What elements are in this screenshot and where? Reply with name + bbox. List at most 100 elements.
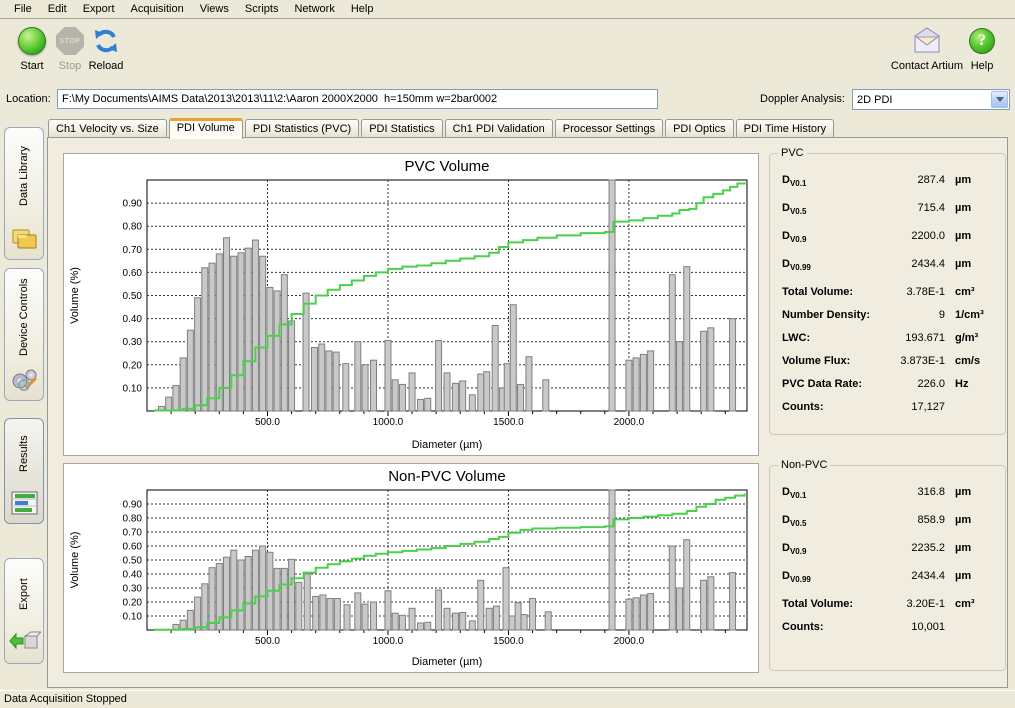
reload-icon [91,26,121,56]
tab-pdi-statistics-pvc-[interactable]: PDI Statistics (PVC) [245,119,359,139]
svg-text:1000.0: 1000.0 [373,417,404,428]
menu-item-scripts[interactable]: Scripts [237,1,287,17]
stats-row-unit: cm³ [945,286,997,298]
stats-row-label: Counts: [782,621,873,633]
stats-row-unit: cm³ [945,598,997,610]
svg-text:Diameter (µm): Diameter (µm) [412,656,483,668]
contact-artium-label: Contact Artium [888,60,966,72]
tab-bar: Ch1 Velocity vs. SizePDI VolumePDI Stati… [48,118,836,138]
stats-row: Total Volume:3.78E-1cm³ [782,286,997,309]
svg-text:Diameter (µm): Diameter (µm) [412,439,483,451]
stats-row: DV0.1316.8µm [782,486,997,514]
stats-row-unit: cm/s [945,355,997,367]
stats-row-unit: µm [945,486,997,498]
menu-item-views[interactable]: Views [192,1,237,17]
sidebar-item-data-library[interactable]: Data Library [4,127,44,260]
stats-row: DV0.5858.9µm [782,514,997,542]
svg-text:Volume (%): Volume (%) [69,532,81,589]
tab-ch1-velocity-vs-size[interactable]: Ch1 Velocity vs. Size [48,119,167,139]
stats-row: DV0.992434.4µm [782,570,997,598]
stats-row-value: 17,127 [873,401,945,413]
non-pvc-stats-title: Non-PVC [778,459,830,471]
stats-row-value: 9 [873,309,945,321]
menu-item-file[interactable]: File [6,1,40,17]
svg-text:500.0: 500.0 [255,636,280,647]
stats-row: PVC Data Rate:226.0Hz [782,378,997,401]
menu-item-help[interactable]: Help [343,1,382,17]
tab-ch1-pdi-validation[interactable]: Ch1 PDI Validation [445,119,553,139]
reload-button[interactable]: Reload [80,24,132,72]
svg-text:0.50: 0.50 [123,291,143,302]
export-icon [9,628,41,658]
stats-row-label: DV0.1 [782,486,873,500]
svg-text:0.40: 0.40 [123,570,143,581]
sidebar-item-label: Data Library [5,134,43,219]
sidebar-tab-strip: Data Library Device Controls Results Export [0,118,47,690]
stats-row-label: LWC: [782,332,873,344]
non-pvc-stats-panel: Non-PVC DV0.1316.8µmDV0.5858.9µmDV0.9223… [769,465,1006,671]
svg-text:1500.0: 1500.0 [493,636,524,647]
svg-text:1500.0: 1500.0 [493,417,524,428]
sidebar-item-device-controls[interactable]: Device Controls [4,268,44,401]
tab-pdi-time-history[interactable]: PDI Time History [736,119,835,139]
menu-item-acquisition[interactable]: Acquisition [123,1,192,17]
tab-pdi-optics[interactable]: PDI Optics [665,119,734,139]
stats-row-value: 3.78E-1 [873,286,945,298]
stats-row-unit: g/m³ [945,332,997,344]
menu-item-network[interactable]: Network [286,1,342,17]
tab-page-pdi-volume: PVC Volume0.100.200.300.400.500.600.700.… [47,137,1008,688]
stats-row: DV0.1287.4µm [782,174,997,202]
stats-row-value: 3.873E-1 [873,355,945,367]
stats-row-value: 316.8 [873,486,945,498]
sidebar-item-export[interactable]: Export [4,558,44,664]
stats-row-unit: µm [945,174,997,186]
contact-artium-button[interactable]: Contact Artium [888,24,966,72]
stats-row-unit: µm [945,230,997,242]
pvc-volume-chart: PVC Volume0.100.200.300.400.500.600.700.… [63,153,759,456]
stats-row-label: Counts: [782,401,873,413]
location-input[interactable] [57,89,658,109]
stats-row-value: 715.4 [873,202,945,214]
sidebar-item-label: Results [5,425,43,483]
stats-row-unit: µm [945,514,997,526]
tab-pdi-statistics[interactable]: PDI Statistics [361,119,442,139]
svg-text:0.40: 0.40 [123,314,143,325]
chevron-down-icon[interactable] [991,91,1008,108]
menu-bar: FileEditExportAcquisitionViewsScriptsNet… [0,0,1015,19]
stats-row-unit: µm [945,570,997,582]
menu-item-edit[interactable]: Edit [40,1,75,17]
svg-text:500.0: 500.0 [255,417,280,428]
svg-text:0.20: 0.20 [123,360,143,371]
stats-row-label: DV0.5 [782,514,873,528]
doppler-analysis-select[interactable]: 2D PDI [852,89,1010,110]
svg-text:0.70: 0.70 [123,245,143,256]
stats-row-unit: 1/cm³ [945,309,997,321]
tab-processor-settings[interactable]: Processor Settings [555,119,663,139]
doppler-analysis-value: 2D PDI [853,94,990,106]
svg-text:0.80: 0.80 [123,514,143,525]
stats-row-value: 2200.0 [873,230,945,242]
doppler-analysis-label: Doppler Analysis: [760,93,845,105]
envelope-icon [909,26,945,56]
help-button[interactable]: ? Help [962,24,1002,72]
stats-row-label: DV0.5 [782,202,873,216]
stats-row-label: Total Volume: [782,598,873,610]
stats-row: DV0.92235.2µm [782,542,997,570]
pvc-stats-title: PVC [778,147,807,159]
svg-text:0.70: 0.70 [123,528,143,539]
stats-row: Volume Flux:3.873E-1cm/s [782,355,997,378]
stats-row-unit: µm [945,202,997,214]
stats-row: Counts:10,001 [782,621,997,644]
folders-icon [9,224,41,254]
menu-item-export[interactable]: Export [75,1,123,17]
stats-row-label: Total Volume: [782,286,873,298]
stats-row-label: DV0.99 [782,258,873,272]
status-text: Data Acquisition Stopped [4,693,127,705]
status-bar: Data Acquisition Stopped [0,690,1015,708]
tab-pdi-volume[interactable]: PDI Volume [169,118,243,139]
stats-row-value: 2235.2 [873,542,945,554]
stats-row-unit: µm [945,258,997,270]
sidebar-item-results[interactable]: Results [4,418,44,524]
help-button-label: Help [962,60,1002,72]
svg-text:Non-PVC Volume: Non-PVC Volume [388,468,506,485]
